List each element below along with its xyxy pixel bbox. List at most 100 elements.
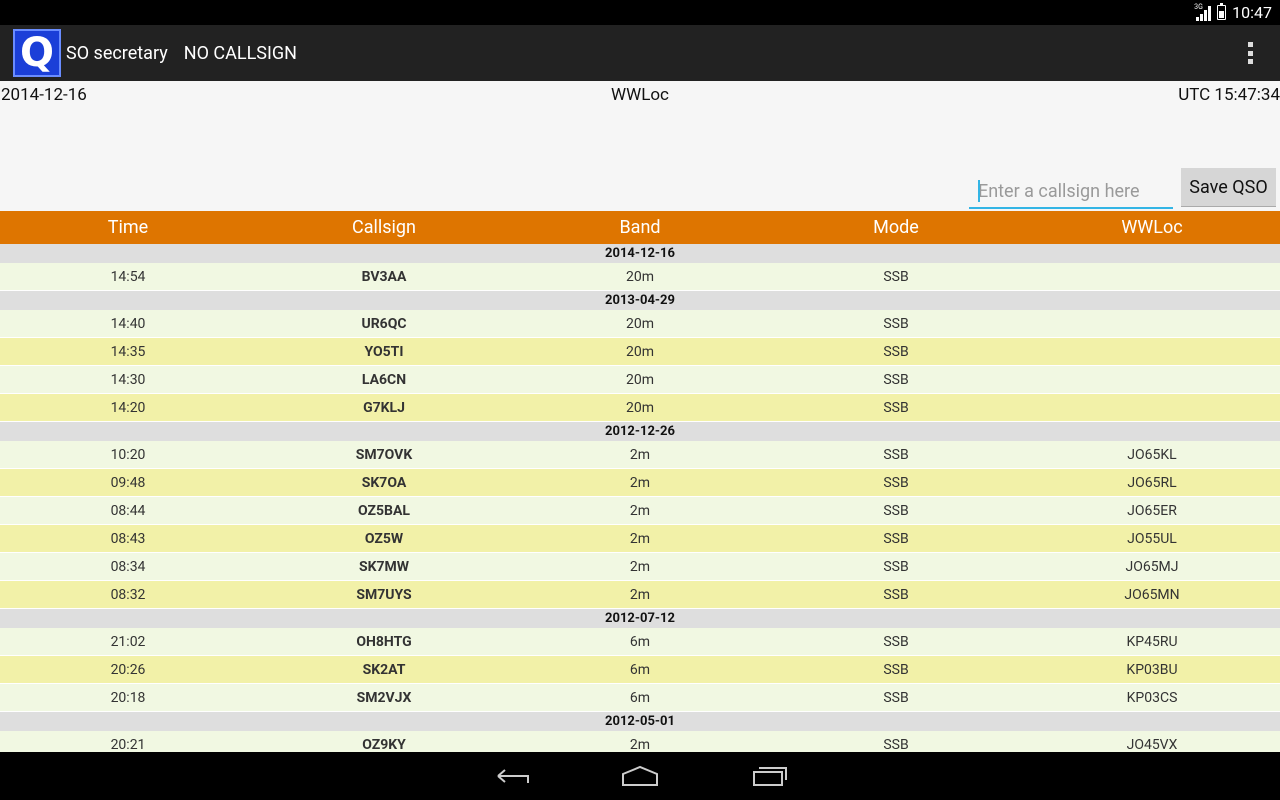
qso-mode: SSB: [883, 633, 909, 650]
qso-wwloc: JO55UL: [1127, 530, 1177, 547]
save-qso-button[interactable]: Save QSO: [1181, 168, 1276, 207]
qso-time: 20:26: [110, 661, 146, 678]
qso-callsign: LA6CN: [361, 371, 407, 388]
recents-icon[interactable]: [738, 758, 802, 794]
qso-band: 2m: [629, 736, 651, 753]
qso-callsign: G7KLJ: [363, 399, 405, 416]
log-table-header: Time Callsign Band Mode WWLoc: [0, 211, 1280, 244]
app-title: SO secretary: [66, 42, 168, 64]
qso-time: 08:43: [110, 530, 146, 547]
text-cursor: [978, 180, 980, 202]
qso-wwloc: KP03BU: [1126, 661, 1178, 678]
qso-callsign: SM2VJX: [356, 689, 412, 706]
qso-time: 08:32: [110, 586, 146, 603]
qso-time: 14:35: [110, 343, 146, 360]
navigation-bar: [0, 752, 1280, 800]
qso-mode: SSB: [883, 268, 909, 285]
qso-callsign: SK2AT: [362, 661, 406, 678]
cellular-signal-icon: 3G: [1194, 3, 1212, 21]
utc-clock: UTC 15:47:34: [1178, 85, 1280, 105]
qso-callsign: SM7OVK: [355, 446, 413, 463]
date-group-header: 2014-12-16: [0, 244, 1280, 263]
app-logo-icon[interactable]: Q: [13, 29, 61, 77]
qso-row[interactable]: 20:26 SK2AT 6m SSB KP03BU: [0, 656, 1280, 684]
qso-mode: SSB: [883, 586, 909, 603]
qso-band: 2m: [629, 530, 651, 547]
qso-time: 14:30: [110, 371, 146, 388]
qso-wwloc: JO65KL: [1127, 446, 1177, 463]
qso-wwloc: JO65RL: [1127, 474, 1177, 491]
qso-row[interactable]: 14:30 LA6CN 20m SSB: [0, 366, 1280, 394]
column-header-wwloc[interactable]: WWLoc: [1024, 217, 1280, 238]
qso-row[interactable]: 14:35 YO5TI 20m SSB: [0, 338, 1280, 366]
qso-band: 2m: [629, 446, 651, 463]
qso-time: 20:18: [110, 689, 146, 706]
qso-row[interactable]: 09:48 SK7OA 2m SSB JO65RL: [0, 469, 1280, 497]
qso-time: 10:20: [110, 446, 146, 463]
qso-row[interactable]: 14:54 BV3AA 20m SSB: [0, 263, 1280, 291]
qso-time: 08:44: [110, 502, 146, 519]
qso-row[interactable]: 08:34 SK7MW 2m SSB JO65MJ: [0, 553, 1280, 581]
qso-mode: SSB: [883, 736, 909, 753]
qso-time: 08:34: [110, 558, 146, 575]
qso-callsign: SK7OA: [361, 474, 407, 491]
qso-mode: SSB: [883, 689, 909, 706]
qso-time: 21:02: [110, 633, 146, 650]
qso-band: 2m: [629, 474, 651, 491]
overflow-menu-icon[interactable]: [1248, 42, 1254, 64]
qso-band: 20m: [625, 268, 654, 285]
qso-row[interactable]: 20:21 OZ9KY 2m SSB JO45VX: [0, 731, 1280, 752]
column-header-mode[interactable]: Mode: [768, 217, 1024, 238]
qso-callsign: SK7MW: [358, 558, 410, 575]
qso-wwloc: KP03CS: [1126, 689, 1178, 706]
qso-wwloc: JO45VX: [1126, 736, 1178, 753]
qso-mode: SSB: [883, 315, 909, 332]
qso-log-list[interactable]: 2014-12-16 14:54 BV3AA 20m SSB 2013-04-29 14:4…: [0, 244, 1280, 752]
qso-row[interactable]: 08:44 OZ5BAL 2m SSB JO65ER: [0, 497, 1280, 525]
qso-wwloc: JO65MN: [1124, 586, 1180, 603]
info-row: WWLoc 2014-12-16 UTC 15:47:34: [0, 85, 1280, 107]
qso-time: 09:48: [110, 474, 146, 491]
status-time: 10:47: [1232, 3, 1272, 22]
qso-mode: SSB: [883, 343, 909, 360]
column-header-band[interactable]: Band: [512, 217, 768, 238]
qso-time: 14:40: [110, 315, 146, 332]
date-group-header: 2012-07-12: [0, 609, 1280, 628]
column-header-time[interactable]: Time: [0, 217, 256, 238]
qso-row[interactable]: 21:02 OH8HTG 6m SSB KP45RU: [0, 628, 1280, 656]
qso-row[interactable]: 20:18 SM2VJX 6m SSB KP03CS: [0, 684, 1280, 712]
qso-mode: SSB: [883, 502, 909, 519]
home-icon[interactable]: [608, 758, 672, 794]
qso-callsign: UR6QC: [361, 315, 407, 332]
qso-row[interactable]: 10:20 SM7OVK 2m SSB JO65KL: [0, 441, 1280, 469]
qso-band: 2m: [629, 502, 651, 519]
qso-mode: SSB: [883, 558, 909, 575]
qso-row[interactable]: 14:40 UR6QC 20m SSB: [0, 310, 1280, 338]
qso-band: 2m: [629, 586, 651, 603]
qso-row[interactable]: 08:32 SM7UYS 2m SSB JO65MN: [0, 581, 1280, 609]
qso-mode: SSB: [883, 399, 909, 416]
qso-band: 20m: [625, 343, 654, 360]
status-bar: 3G 10:47: [0, 0, 1280, 25]
qso-time: 14:54: [110, 268, 146, 285]
qso-band: 20m: [625, 371, 654, 388]
qso-row[interactable]: 08:43 OZ5W 2m SSB JO55UL: [0, 525, 1280, 553]
main-content: WWLoc 2014-12-16 UTC 15:47:34 Save QSO T…: [0, 81, 1280, 752]
qso-band: 20m: [625, 315, 654, 332]
qso-callsign: OH8HTG: [356, 633, 412, 650]
qso-wwloc: JO65MJ: [1125, 558, 1179, 575]
callsign-input[interactable]: [969, 175, 1173, 209]
wwloc-label: WWLoc: [611, 85, 669, 105]
qso-row[interactable]: 14:20 G7KLJ 20m SSB: [0, 394, 1280, 422]
battery-icon: [1217, 3, 1227, 20]
date-group-header: 2012-12-26: [0, 422, 1280, 441]
qso-mode: SSB: [883, 530, 909, 547]
qso-callsign: SM7UYS: [356, 586, 412, 603]
qso-mode: SSB: [883, 446, 909, 463]
qso-wwloc: KP45RU: [1126, 633, 1178, 650]
column-header-callsign[interactable]: Callsign: [256, 217, 512, 238]
status-icons: 3G 10:47: [1194, 0, 1272, 25]
qso-band: 6m: [629, 689, 651, 706]
back-icon[interactable]: [480, 758, 544, 794]
qso-band: 20m: [625, 399, 654, 416]
